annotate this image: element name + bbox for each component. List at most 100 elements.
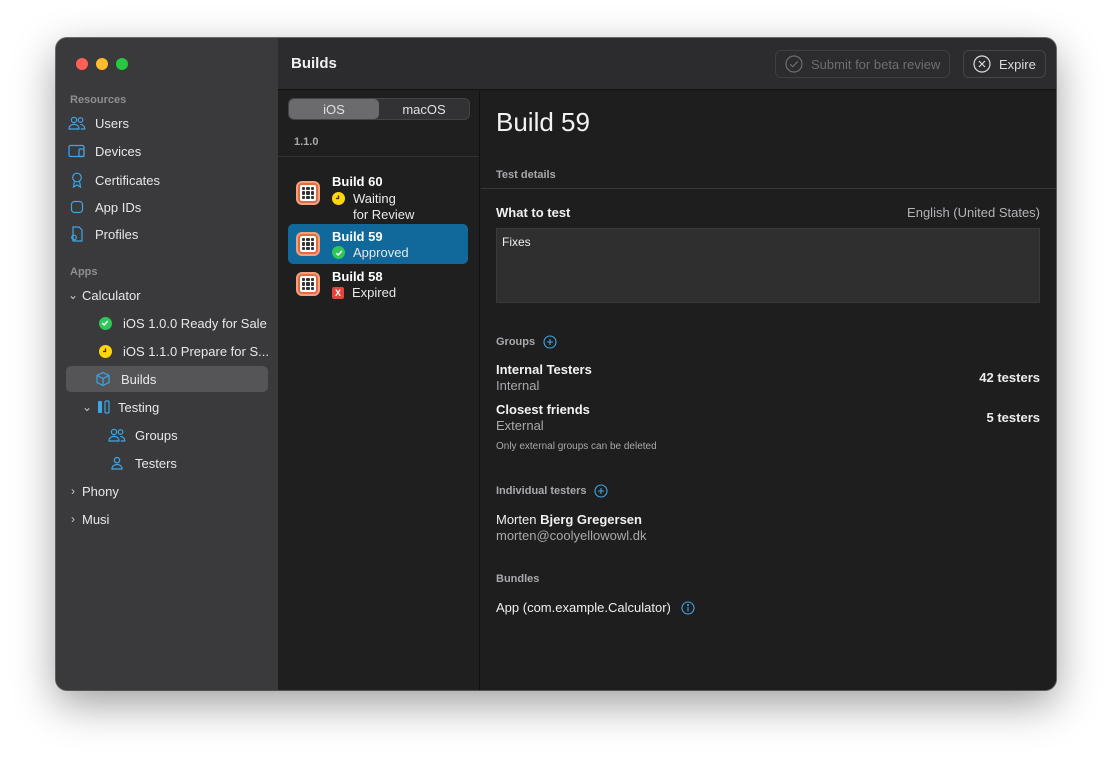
build-name: Build 60 [332, 174, 383, 189]
calculator-app-icon [296, 232, 320, 256]
sidebar-item-calculator[interactable]: ⌄ Calculator [68, 282, 270, 308]
sidebar-item-label: Testers [135, 455, 177, 471]
toolbar-title: Builds [291, 55, 337, 72]
group-tester-count: 5 testers [986, 410, 1040, 425]
sidebar-item-label: Testing [118, 399, 160, 415]
sidebar-item-label: Builds [121, 371, 157, 387]
platform-segmented-control: iOS macOS [288, 98, 470, 120]
build-row-60[interactable]: Build 60 Waiting for Review [288, 169, 468, 229]
users-icon [66, 116, 88, 130]
build-status-line: Waiting [353, 191, 396, 206]
expire-label: Expire [999, 56, 1036, 72]
info-icon[interactable] [681, 600, 695, 615]
devices-icon [66, 144, 88, 158]
sidebar-item-ios-100[interactable]: iOS 1.0.0 Ready for Sale [94, 310, 274, 336]
test-tubes-icon [96, 400, 112, 414]
build-row-58[interactable]: Build 58 X Expired [288, 264, 468, 304]
checkmark-circle-icon [785, 55, 803, 73]
zoom-window-button[interactable] [116, 58, 128, 70]
sidebar-item-label: Profiles [95, 226, 139, 242]
sidebar-item-builds[interactable]: Builds [66, 366, 268, 392]
build-status-text: Approved [353, 245, 409, 260]
add-tester-icon[interactable] [594, 484, 609, 498]
build-detail-title: Build 59 [496, 107, 590, 137]
build-list-pane: iOS macOS 1.1.0 Build 60 Waiting for Revi… [278, 91, 480, 690]
group-name[interactable]: Internal Testers [496, 362, 592, 377]
calculator-app-icon [296, 181, 320, 205]
box-icon [92, 371, 114, 387]
chevron-right-icon[interactable]: › [68, 484, 78, 498]
group-type: External [496, 418, 544, 433]
build-row-59[interactable]: Build 59 Approved [288, 224, 468, 264]
add-group-icon[interactable] [543, 335, 557, 349]
test-details-label: Test details [496, 169, 556, 181]
sidebar-item-testing[interactable]: ⌄ Testing [82, 394, 268, 420]
sidebar-item-groups[interactable]: Groups [106, 422, 266, 448]
groups-header: Groups [496, 335, 557, 349]
language-selector[interactable]: English (United States) [907, 205, 1040, 220]
expire-button[interactable]: Expire [963, 50, 1046, 78]
sidebar-item-profiles[interactable]: Profiles [66, 221, 268, 247]
group-name[interactable]: Closest friends [496, 402, 590, 417]
tester-email: morten@coolyellowowl.dk [496, 528, 647, 543]
sidebar-item-label: iOS 1.0.0 Ready for Sale [123, 315, 267, 331]
platform-ios-segment[interactable]: iOS [289, 99, 379, 119]
chevron-down-icon[interactable]: ⌄ [82, 400, 92, 414]
sidebar-item-musi[interactable]: › Musi [68, 506, 270, 532]
build-status-text: Waiting for Review [353, 191, 414, 223]
sidebar-item-devices[interactable]: Devices [66, 138, 268, 164]
sidebar-item-phony[interactable]: › Phony [68, 478, 270, 504]
chevron-right-icon[interactable]: › [68, 512, 78, 526]
individual-testers-label: Individual testers [496, 485, 587, 497]
users-icon [106, 428, 128, 442]
approved-status-icon [94, 316, 116, 330]
tester-last-name: Bjerg Gregersen [540, 512, 642, 527]
sidebar-item-label: iOS 1.1.0 Prepare for S... [123, 343, 269, 359]
sidebar-item-app-ids[interactable]: App IDs [66, 194, 268, 220]
build-status: X Expired [332, 285, 396, 301]
build-name: Build 59 [332, 229, 383, 244]
waiting-status-icon [94, 344, 116, 358]
app-id-icon [66, 200, 88, 214]
sidebar-item-ios-110[interactable]: iOS 1.1.0 Prepare for S... [94, 338, 274, 364]
sidebar-item-users[interactable]: Users [66, 110, 268, 136]
bundles-label: Bundles [496, 573, 540, 585]
sidebar-item-label: Musi [82, 511, 110, 527]
toolbar: Builds Submit for beta review Expire [278, 38, 1056, 90]
what-to-test-textarea[interactable]: Fixes [496, 228, 1040, 303]
build-name: Build 58 [332, 269, 383, 284]
sidebar-item-testers[interactable]: Testers [106, 450, 266, 476]
certificate-icon [66, 172, 88, 188]
individual-testers-header: Individual testers [496, 484, 609, 498]
submit-beta-review-button[interactable]: Submit for beta review [775, 50, 951, 78]
build-detail-pane: Build 59 Test details What to test Engli… [481, 91, 1056, 690]
divider [278, 156, 479, 157]
sidebar-item-label: Calculator [82, 287, 141, 303]
minimize-window-button[interactable] [96, 58, 108, 70]
bundle-name: App (com.example.Calculator) [496, 600, 671, 615]
close-circle-icon [973, 55, 991, 73]
sidebar-item-label: Phony [82, 483, 119, 499]
tester-name[interactable]: Morten Bjerg Gregersen [496, 512, 642, 527]
bundle-row: App (com.example.Calculator) [496, 600, 695, 615]
tester-first-name: Morten [496, 512, 537, 527]
submit-beta-review-label: Submit for beta review [811, 56, 941, 72]
calculator-app-icon [296, 272, 320, 296]
apps-section-title: Apps [70, 266, 98, 278]
build-status: Approved [332, 245, 409, 261]
version-label: 1.1.0 [294, 136, 319, 148]
person-icon [106, 456, 128, 470]
close-window-button[interactable] [76, 58, 88, 70]
platform-macos-segment[interactable]: macOS [379, 99, 469, 119]
window-controls [76, 58, 128, 70]
chevron-down-icon[interactable]: ⌄ [68, 288, 78, 302]
sidebar: Resources Users Devices Certificates App… [56, 38, 278, 690]
sidebar-item-label: Users [95, 115, 129, 131]
build-status-line: for Review [353, 207, 415, 222]
what-to-test-label: What to test [496, 205, 571, 220]
groups-note: Only external groups can be deleted [496, 441, 657, 452]
resources-section-title: Resources [70, 94, 127, 106]
profile-icon [66, 226, 88, 242]
sidebar-item-label: Certificates [95, 172, 161, 188]
sidebar-item-certificates[interactable]: Certificates [66, 167, 268, 193]
